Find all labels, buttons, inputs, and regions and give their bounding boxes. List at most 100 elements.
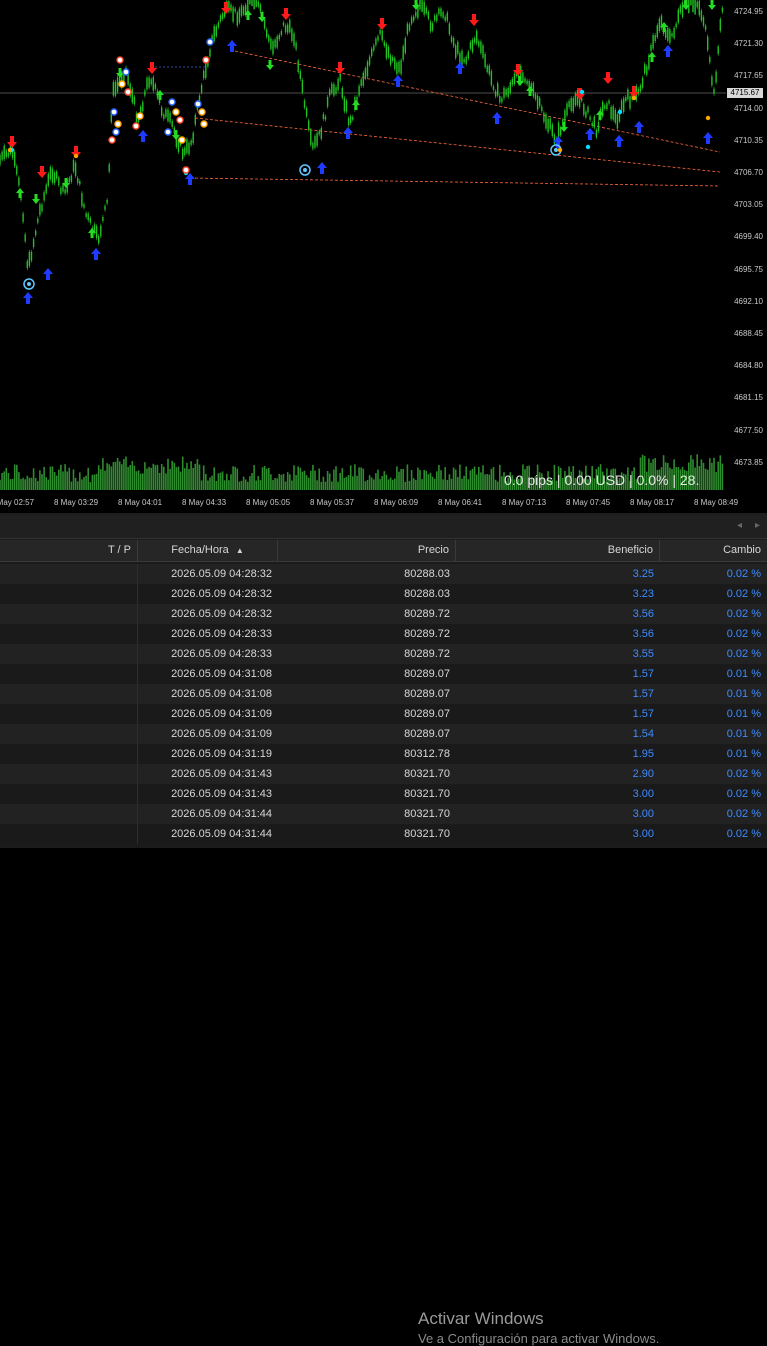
- candle-body: [39, 204, 41, 216]
- candle-body: [190, 140, 192, 145]
- volume-bar: [496, 481, 499, 490]
- table-row[interactable]: 2026.05.09 04:28:33 80289.72 3.56 0.02 %: [0, 624, 767, 644]
- cell-cambio: 0.02 %: [726, 608, 761, 620]
- volume-bar: [194, 463, 197, 490]
- candle-body: [169, 112, 171, 123]
- volume-bar: [74, 477, 77, 490]
- price-chart[interactable]: 4724.95 4721.30 4717.65 4714.00 4710.35 4706.…: [0, 0, 767, 516]
- time-tick-label: 8 May 02:57: [0, 498, 35, 507]
- table-row[interactable]: 2026.05.09 04:31:44 80321.70 3.00 0.02 %: [0, 804, 767, 824]
- table-row[interactable]: 2026.05.09 04:28:32 80288.03 3.23 0.02 %: [0, 584, 767, 604]
- candle-body: [263, 19, 266, 29]
- volume-bar: [276, 478, 278, 490]
- candle-body: [620, 100, 623, 111]
- cell-beneficio: 2.90: [632, 768, 654, 780]
- candle-body: [667, 27, 669, 41]
- candle-body: [364, 68, 367, 79]
- table-row[interactable]: 2026.05.09 04:31:43 80321.70 3.00 0.02 %: [0, 784, 767, 804]
- candle-body: [240, 5, 243, 16]
- table-row[interactable]: 2026.05.09 04:31:19 80312.78 1.95 0.01 %: [0, 744, 767, 764]
- candle-body: [610, 106, 612, 119]
- volume-bar: [488, 474, 491, 490]
- volume-bar: [58, 469, 60, 490]
- column-header-beneficio[interactable]: Beneficio: [456, 540, 660, 561]
- candle-body: [5, 150, 7, 158]
- cell-cambio: 0.02 %: [726, 648, 761, 660]
- volume-bar: [442, 479, 444, 490]
- column-header-tp[interactable]: T / P: [0, 540, 138, 561]
- price-tick-label: 4677.50: [734, 425, 763, 435]
- candle-body: [77, 178, 79, 184]
- candle-body: [186, 139, 188, 154]
- volume-bar: [320, 481, 323, 490]
- candle-body: [32, 239, 35, 247]
- candle-body: [249, 0, 251, 5]
- candle-body: [70, 175, 73, 182]
- volume-bar: [404, 481, 407, 490]
- scroll-left-icon[interactable]: ◂: [737, 520, 742, 531]
- buy-arrow-icon: [455, 62, 465, 74]
- table-row[interactable]: 2026.05.09 04:28:33 80289.72 3.55 0.02 %: [0, 644, 767, 664]
- cell-fecha-hora: 2026.05.09 04:28:32: [171, 608, 272, 620]
- candle-body: [681, 2, 684, 17]
- volume-bar: [452, 467, 455, 490]
- table-row[interactable]: 2026.05.09 04:28:32 80289.72 3.56 0.02 %: [0, 604, 767, 624]
- buy-arrow-icon: [91, 248, 101, 260]
- volume-bar: [706, 469, 709, 490]
- table-row[interactable]: 2026.05.09 04:31:08 80289.07 1.57 0.01 %: [0, 664, 767, 684]
- cell-precio: 80289.07: [404, 668, 450, 680]
- cell-precio: 80289.07: [404, 688, 450, 700]
- volume-bar: [13, 464, 16, 490]
- volume-bar: [64, 464, 66, 490]
- table-row[interactable]: 2026.05.09 04:31:09 80289.07 1.54 0.01 %: [0, 724, 767, 744]
- price-tick-label: 4692.10: [734, 296, 763, 306]
- marker-circle-icon: [114, 120, 122, 128]
- table-row[interactable]: 2026.05.09 04:31:09 80289.07 1.57 0.01 %: [0, 704, 767, 724]
- volume-bar: [179, 471, 182, 490]
- volume-bar: [448, 474, 451, 490]
- candle-body: [524, 78, 526, 83]
- candle-body: [696, 1, 698, 8]
- volume-bar: [459, 464, 461, 490]
- volume-bar: [232, 466, 234, 490]
- candle-body: [72, 159, 75, 172]
- candle-body: [221, 13, 224, 20]
- price-tick-label: 4681.15: [734, 393, 763, 403]
- scroll-right-icon[interactable]: ▸: [755, 520, 760, 531]
- volume-bar: [711, 462, 713, 490]
- price-tick-label: 4706.70: [734, 168, 763, 177]
- candle-body: [28, 251, 31, 266]
- volume-bar: [112, 462, 115, 490]
- chart-canvas[interactable]: [0, 0, 767, 516]
- price-tick-label: 4695.75: [734, 264, 763, 274]
- volume-bar: [34, 477, 37, 490]
- volume-bar: [268, 467, 270, 490]
- candle-body: [188, 142, 190, 155]
- candle-body: [692, 0, 694, 13]
- volume-bar: [473, 466, 476, 490]
- volume-bar: [110, 466, 113, 490]
- candle-body: [217, 22, 220, 28]
- candle-body: [589, 116, 591, 120]
- candle-body: [595, 129, 598, 138]
- volume-bar: [251, 473, 253, 490]
- table-row[interactable]: 2026.05.09 04:31:44 80321.70 3.00 0.02 %: [0, 824, 767, 844]
- cell-tp: [0, 564, 138, 584]
- candle-body: [266, 29, 268, 37]
- cell-cambio: 0.02 %: [726, 808, 761, 820]
- candle-body: [85, 213, 87, 217]
- column-header-precio[interactable]: Precio: [278, 540, 456, 561]
- volume-bar: [484, 474, 486, 490]
- table-row[interactable]: 2026.05.09 04:31:43 80321.70 2.90 0.02 %: [0, 764, 767, 784]
- table-row[interactable]: 2026.05.09 04:31:08 80289.07 1.57 0.01 %: [0, 684, 767, 704]
- column-header-fecha-hora[interactable]: Fecha/Hora ▲: [138, 540, 278, 561]
- column-header-cambio[interactable]: Cambio: [660, 540, 767, 561]
- volume-bar: [721, 463, 724, 490]
- green-down-arrow-icon: [708, 0, 716, 10]
- table-row[interactable]: 2026.05.09 04:28:32 80288.03 3.25 0.02 %: [0, 564, 767, 584]
- volume-bar: [228, 480, 230, 490]
- volume-bar: [3, 471, 5, 490]
- cell-precio: 80289.07: [404, 708, 450, 720]
- volume-bar: [713, 457, 715, 490]
- cell-beneficio: 1.57: [632, 708, 654, 720]
